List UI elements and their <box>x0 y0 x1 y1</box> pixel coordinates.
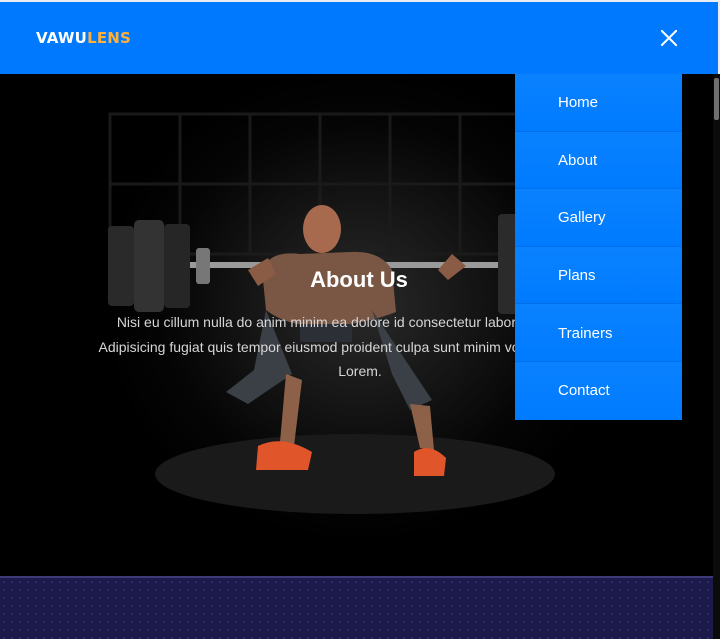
menu-item-contact[interactable]: Contact <box>515 361 682 420</box>
next-section <box>0 576 718 639</box>
navbar: VAWULENS <box>0 2 718 74</box>
page: VAWULENS About Us Nisi eu cillum nulla d… <box>0 0 720 639</box>
menu-item-about[interactable]: About <box>515 131 682 190</box>
brand-logo[interactable]: VAWULENS <box>36 29 131 47</box>
scrollbar[interactable] <box>713 74 720 639</box>
menu-item-home[interactable]: Home <box>515 74 682 132</box>
brand-logo-part1: VAWU <box>36 29 88 47</box>
menu-item-plans[interactable]: Plans <box>515 246 682 305</box>
brand-logo-part2: LENS <box>87 29 132 47</box>
dropdown-menu: Home About Gallery Plans Trainers Contac… <box>515 74 682 420</box>
menu-item-gallery[interactable]: Gallery <box>515 189 682 247</box>
close-icon[interactable] <box>656 26 682 52</box>
scrollbar-thumb[interactable] <box>714 78 719 120</box>
menu-item-trainers[interactable]: Trainers <box>515 304 682 362</box>
